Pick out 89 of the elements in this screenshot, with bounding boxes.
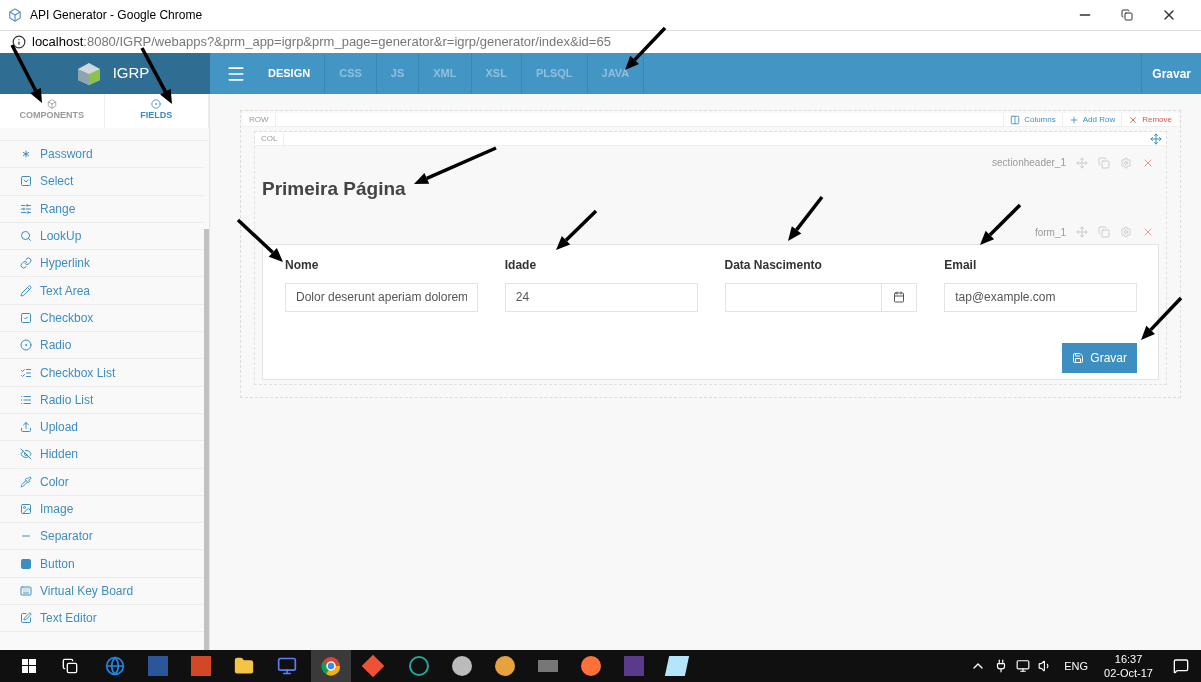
logo-text: IGRP [112,63,150,84]
input-field[interactable]: tap@example.com [944,282,1137,312]
annotation-arrow [556,209,598,250]
notification-icon[interactable] [1173,658,1189,674]
submit-button[interactable]: Gravar [1062,342,1137,373]
round-app-icon[interactable] [495,656,515,676]
checklist-icon [20,366,32,379]
field-item[interactable]: Radio [0,332,203,360]
edit-icon [20,612,32,625]
cube-icon [46,99,57,110]
toolbar-button[interactable]: Remove [1121,113,1178,126]
restore-icon[interactable] [1121,9,1133,21]
toolbar-button[interactable]: Add Row [1061,113,1122,126]
field-label: Nome [285,256,320,274]
annotation-arrow [788,195,824,241]
field-item[interactable]: Text Area [0,277,203,305]
folder-icon[interactable] [234,656,254,676]
network-app-icon[interactable] [277,656,297,676]
circle-app-icon[interactable] [409,656,429,676]
field-item[interactable]: Image [0,495,203,524]
field-label: Email [944,256,978,274]
task-view-icon[interactable] [62,658,78,674]
windows-start-icon[interactable] [22,659,36,673]
annotation-arrow [980,203,1022,245]
keyboard-icon [20,584,32,597]
address-field[interactable]: localhost:8080/IGRP/webapps?&prm_app=igrp&prm_page=generator&r=igrp/generator/index&id=65 [32,32,611,52]
link-icon [20,257,32,270]
field-item[interactable]: LookUp [0,222,203,251]
input-field[interactable]: 24 [504,282,698,312]
annotation-arrow [1141,296,1183,340]
annotation-arrow [10,44,42,103]
field-item[interactable]: Range [0,195,203,223]
field-label: Idade [504,256,538,274]
move-icon[interactable] [1150,132,1162,145]
field-label: Data Nascimento [724,256,823,274]
field-item[interactable]: Virtual Key Board [0,577,203,606]
field-item[interactable]: Password [0,141,203,169]
pencil-icon [20,284,32,297]
field-item[interactable]: Select [0,168,203,196]
eyedropper-icon [20,475,32,488]
info-icon[interactable] [12,35,26,49]
close-icon [1128,114,1139,125]
annotation-arrow [625,26,667,70]
window-title: API Generator - Google Chrome [30,7,203,24]
date-field[interactable] [724,282,918,312]
component-name: form_1 [1034,225,1066,240]
app-logo-icon [8,8,22,22]
save-icon [1072,351,1085,364]
clock-time[interactable]: 16:37 [1114,652,1143,666]
columns-icon [1010,114,1021,125]
field-item[interactable]: Radio List [0,386,203,414]
browser-icon[interactable] [105,656,125,676]
page-heading: Primeira Página [261,177,407,201]
field-item[interactable]: Button [0,550,203,578]
square-icon [20,557,32,570]
eye-slash-icon [20,448,32,461]
col-label: COL [255,132,285,145]
disc-app-icon[interactable] [452,656,472,676]
annotation-arrow [236,218,283,262]
browser-icon[interactable] [321,656,341,676]
field-item[interactable]: Separator [0,523,203,551]
sliders-icon [20,202,32,215]
scrollbar-thumb[interactable] [204,229,209,650]
clock-date[interactable]: 02-Oct-17 [1104,666,1153,680]
cube-logo-icon [76,61,101,86]
field-item[interactable]: Upload [0,413,203,442]
upload-icon [20,421,32,434]
radio-icon [151,99,162,110]
field-item[interactable]: Color [0,468,203,496]
field-item[interactable]: Checkbox [0,304,203,333]
field-item[interactable]: Text Editor [0,605,203,633]
checkbox-icon [20,311,32,324]
calendar-icon[interactable] [893,291,906,303]
field-item[interactable]: Hidden [0,441,203,469]
radio-icon [20,339,32,352]
input-field[interactable]: Dolor deserunt aperiam dolorem [285,282,478,312]
toolbar-button[interactable]: Columns [1003,113,1062,126]
dropdown-icon [20,175,32,188]
image-icon [20,503,32,515]
language-indicator[interactable]: ENG [1064,657,1089,675]
component-name: sectionheader_1 [992,156,1066,170]
list-icon [20,393,32,406]
search-icon [20,230,32,243]
network-icon[interactable] [1016,659,1031,673]
field-item[interactable]: Hyperlink [0,250,203,278]
plus-icon [1068,114,1079,125]
field-item[interactable]: Checkbox List [0,359,203,387]
row-label: ROW [243,113,276,126]
browser-icon[interactable] [581,656,601,676]
